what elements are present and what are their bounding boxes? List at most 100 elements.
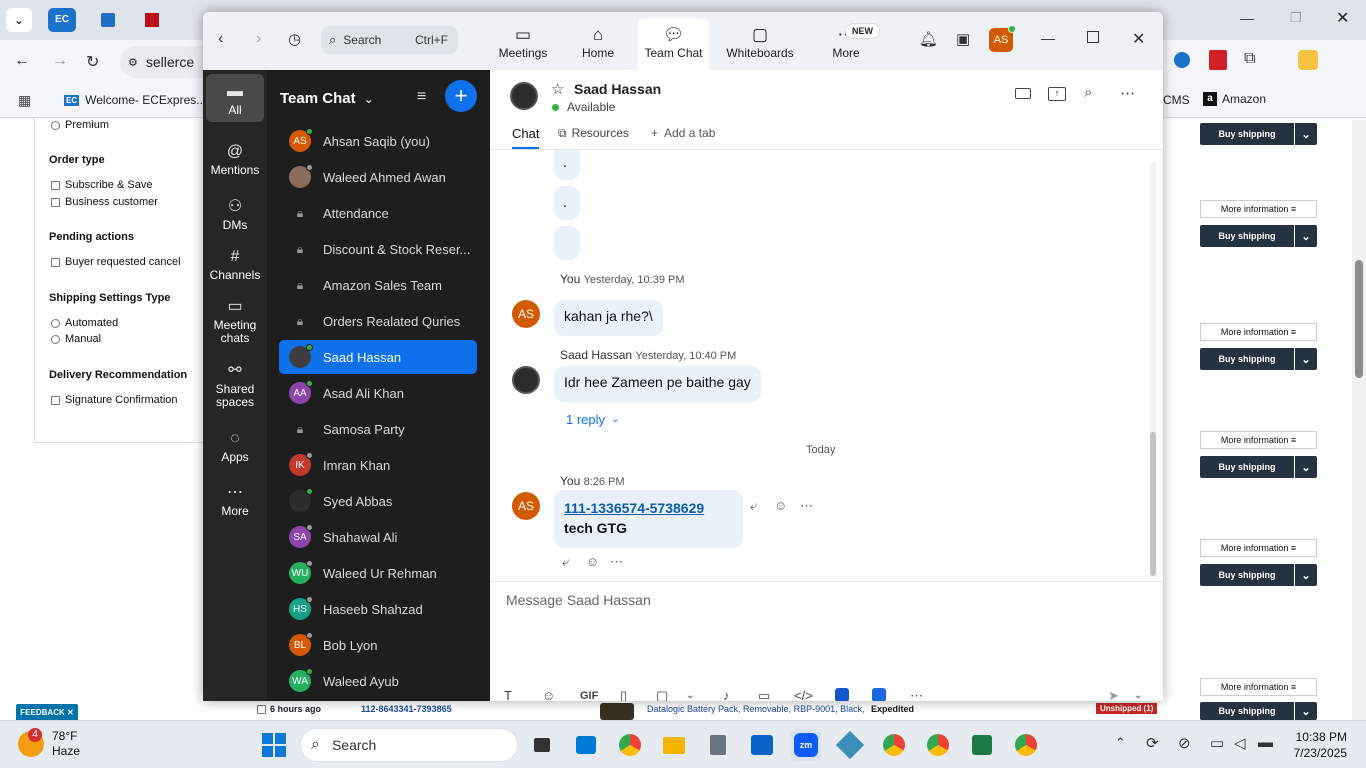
contact-item[interactable]: SA Shahawal Ali	[279, 520, 477, 554]
channel-item[interactable]: 🔒︎ Samosa Party	[279, 412, 477, 446]
calculator-icon[interactable]	[702, 729, 734, 761]
zoom-taskbar-icon[interactable]: zm	[790, 729, 822, 761]
extension-icon-blue[interactable]	[1174, 52, 1190, 68]
add-reaction-icon[interactable]: ☺	[774, 498, 787, 513]
tab-icon-red[interactable]	[138, 8, 166, 32]
contact-item[interactable]: IK Imran Khan	[279, 448, 477, 482]
network-off-icon[interactable]: ⊘	[1178, 734, 1191, 752]
rail-all[interactable]: ▬ All	[206, 74, 264, 122]
avatar[interactable]: AS	[512, 300, 540, 328]
more-actions-icon[interactable]: ⋯	[610, 554, 623, 570]
message-bubble[interactable]: 111-1336574-5738629 tech GTG	[554, 490, 743, 548]
task-view-icon[interactable]	[526, 729, 558, 761]
file-explorer-icon[interactable]	[658, 729, 690, 761]
outlook-icon[interactable]	[746, 729, 778, 761]
contact-item[interactable]: Saad Hassan	[279, 340, 477, 374]
more-information-button[interactable]: More information ≡	[1200, 200, 1317, 218]
tab-team-chat[interactable]: 💬︎ Team Chat	[638, 18, 709, 70]
chrome-profile-icon-2[interactable]	[922, 729, 954, 761]
chevron-down-icon[interactable]: ⌄	[1295, 123, 1317, 145]
video-message-icon[interactable]: ▭	[758, 688, 770, 701]
chevron-down-icon[interactable]: ⌄	[1295, 702, 1317, 720]
rail-dms[interactable]: ⚇ DMs	[206, 196, 264, 232]
gif-button[interactable]: GIF	[580, 690, 598, 701]
contact-item[interactable]: Syed Abbas	[279, 484, 477, 518]
feedback-button[interactable]: FEEDBACK ✕	[16, 704, 78, 720]
contact-item[interactable]: Waleed Ahmed Awan	[279, 160, 477, 194]
minimize-icon[interactable]: —	[1041, 30, 1055, 46]
reply-icon[interactable]: ⤶	[750, 498, 757, 514]
chevron-down-icon[interactable]: ⌄	[1295, 564, 1317, 586]
add-reaction-icon[interactable]: ☺	[586, 554, 599, 569]
chat-contact-name[interactable]: Saad Hassan	[574, 81, 661, 97]
buy-shipping-button[interactable]: Buy shipping ⌄	[1200, 564, 1317, 586]
app-icon-blue[interactable]	[835, 688, 849, 701]
history-icon[interactable]: ◷	[288, 30, 301, 48]
page-scrollbar[interactable]	[1352, 120, 1366, 720]
tab-meetings[interactable]: ▭ Meetings	[495, 18, 551, 70]
buy-shipping-button[interactable]: Buy shipping ⌄	[1200, 702, 1317, 720]
add-tab-button[interactable]: + Add a tab	[651, 126, 715, 140]
zoom-search-box[interactable]: ⌕ Search Ctrl+F	[321, 26, 458, 54]
code-icon[interactable]: </>	[794, 688, 813, 701]
row-checkbox-icon[interactable]	[257, 705, 266, 714]
more-information-button[interactable]: More information ≡	[1200, 323, 1317, 341]
apps-grid-icon[interactable]: ▦	[18, 92, 31, 109]
close-icon[interactable]: ✕	[67, 708, 74, 717]
channel-item[interactable]: 🔒︎ Orders Realated Quries	[279, 304, 477, 338]
close-icon[interactable]: ✕	[1132, 29, 1145, 49]
ecexpress-tab-icon[interactable]: EC	[48, 8, 76, 32]
team-chat-header[interactable]: Team Chat ⌄	[280, 90, 374, 107]
browser-close-icon[interactable]: ✕	[1336, 8, 1349, 28]
app-icon-blue-2[interactable]	[872, 688, 886, 701]
contact-item[interactable]: AS Ahsan Saqib (you)	[279, 124, 477, 158]
message-bubble[interactable]: kahan ja rhe?\	[554, 300, 663, 336]
filter-business-customer[interactable]: Business customer	[51, 196, 158, 208]
clock[interactable]: 10:38 PM 7/23/2025	[1289, 729, 1347, 761]
chat-scrollbar[interactable]	[1150, 162, 1156, 576]
forward-icon[interactable]: ›	[256, 30, 261, 48]
format-text-icon[interactable]: T	[504, 688, 512, 701]
buy-shipping-button[interactable]: Buy shipping ⌄	[1200, 456, 1317, 478]
contact-item[interactable]: WU Waleed Ur Rehman	[279, 556, 477, 590]
tab-search-icon[interactable]: ⌄	[6, 8, 32, 32]
filter-automated[interactable]: Automated	[51, 317, 118, 329]
rail-channels[interactable]: # Channels	[206, 248, 264, 282]
order-id-link[interactable]: 112-8643341-7393865	[361, 704, 452, 714]
buy-shipping-button[interactable]: Buy shipping ⌄	[1200, 348, 1317, 370]
tab-resources[interactable]: ⧉ Resources	[558, 126, 629, 141]
search-icon[interactable]: ⌕	[1084, 84, 1092, 101]
channel-item[interactable]: 🔒︎ Amazon Sales Team	[279, 268, 477, 302]
video-call-icon[interactable]	[1015, 88, 1031, 99]
filter-manual[interactable]: Manual	[51, 333, 101, 345]
bookmark-amazon[interactable]: a Amazon	[1203, 92, 1266, 106]
tab-chat[interactable]: Chat	[512, 126, 540, 149]
tab-whiteboards[interactable]: ▢ Whiteboards	[723, 18, 797, 70]
pdf-extension-icon[interactable]	[1209, 50, 1227, 70]
taskbar-search[interactable]: ⌕ Search	[300, 728, 518, 762]
maximize-icon[interactable]	[1087, 31, 1099, 43]
more-actions-icon[interactable]: ⋯	[800, 498, 813, 514]
browser-minimize-icon[interactable]: —	[1240, 10, 1254, 26]
order-id-link[interactable]: 111-1336574-5738629	[564, 498, 733, 518]
network-icon[interactable]: ▭	[1210, 734, 1224, 752]
bookmark-ecexpress[interactable]: EC Welcome- ECExpres...	[64, 93, 206, 107]
file-icon[interactable]: ▯	[620, 688, 627, 701]
radio-icon[interactable]	[51, 120, 60, 130]
tab-home[interactable]: ⌂ Home	[577, 18, 619, 70]
scrollbar-thumb[interactable]	[1150, 432, 1156, 576]
more-information-button[interactable]: More information ≡	[1200, 539, 1317, 557]
chevron-down-icon[interactable]: ⌄	[1295, 225, 1317, 247]
chrome-profile-icon[interactable]	[878, 729, 910, 761]
tab-icon-blue[interactable]	[94, 8, 122, 32]
buy-shipping-button[interactable]: Buy shipping ⌄	[1200, 225, 1317, 247]
site-info-icon[interactable]: ⚙	[128, 56, 138, 69]
chevron-down-icon[interactable]: ⌄	[1134, 690, 1142, 701]
filter-premium[interactable]: Premium	[51, 119, 109, 131]
message-bubble[interactable]	[554, 226, 580, 260]
contact-item[interactable]: HS Haseeb Shahzad	[279, 592, 477, 626]
star-icon[interactable]: ☆	[551, 80, 564, 98]
microsoft-store-icon[interactable]	[570, 729, 602, 761]
chevron-down-icon[interactable]: ⌄	[1295, 348, 1317, 370]
emoji-icon[interactable]: ☺	[542, 688, 555, 701]
